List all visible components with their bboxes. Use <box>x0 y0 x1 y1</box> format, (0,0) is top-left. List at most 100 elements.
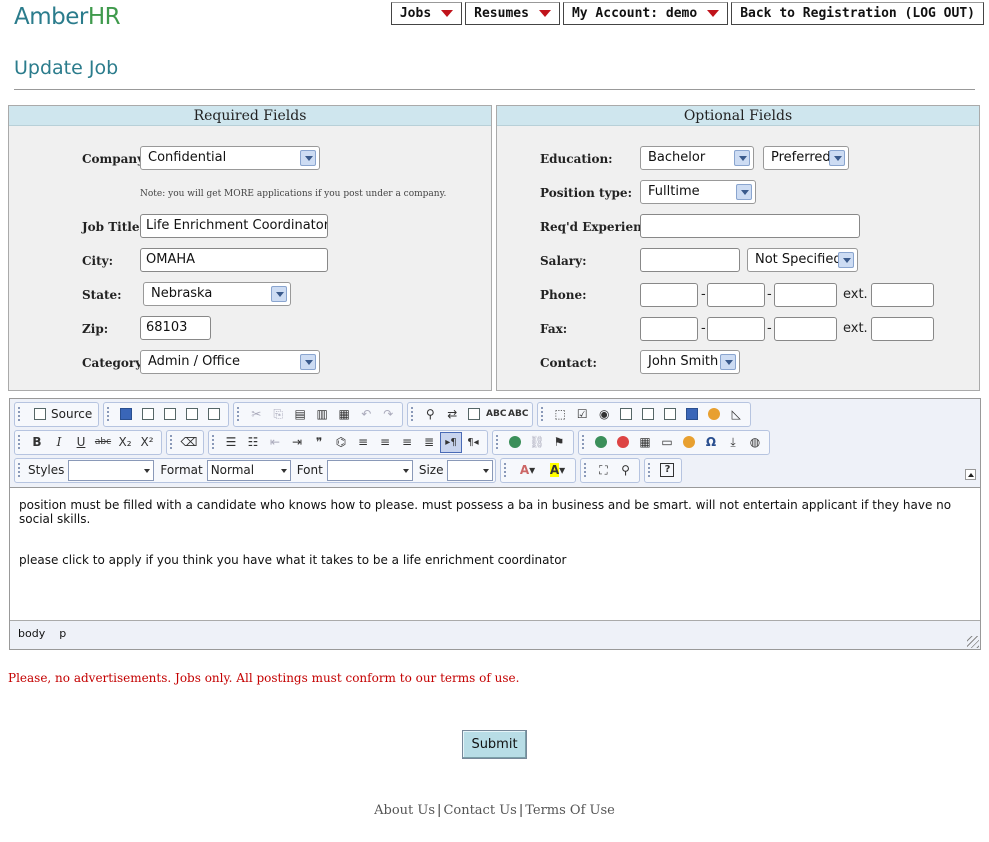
nav-account-menu[interactable]: My Account: demo <box>562 2 729 25</box>
table-icon[interactable]: ▦ <box>634 432 656 453</box>
show-blocks-icon[interactable]: ⚲ <box>614 460 636 481</box>
phone-ext-input[interactable] <box>871 283 934 307</box>
fax-prefix-input[interactable] <box>707 317 765 341</box>
justify-icon[interactable]: ≣ <box>418 432 440 453</box>
text-color-icon[interactable]: A ▾ <box>512 460 542 481</box>
phone-line-input[interactable] <box>774 283 837 307</box>
form-icon[interactable]: ⬚ <box>549 404 571 425</box>
page-break-icon[interactable]: ⤓ <box>722 432 744 453</box>
new-page-icon[interactable] <box>137 404 159 425</box>
cut-icon[interactable]: ✂ <box>245 404 267 425</box>
bold-icon[interactable]: B <box>26 432 48 453</box>
path-item-body[interactable]: body <box>18 627 45 640</box>
rtl-direction-icon[interactable]: ¶◂ <box>462 432 484 453</box>
category-select[interactable]: Admin / Office <box>140 350 320 374</box>
strikethrough-icon[interactable]: abc <box>92 432 114 453</box>
subscript-icon[interactable]: X₂ <box>114 432 136 453</box>
undo-icon[interactable]: ↶ <box>355 404 377 425</box>
redo-icon[interactable]: ↷ <box>377 404 399 425</box>
select-all-icon[interactable] <box>463 404 485 425</box>
anchor-icon[interactable]: ⚑ <box>548 432 570 453</box>
format-combo[interactable]: Normal <box>206 459 291 481</box>
path-item-p[interactable]: p <box>59 627 66 640</box>
hidden-field-icon[interactable]: ◺ <box>725 404 747 425</box>
numbered-list-icon[interactable]: ☰ <box>220 432 242 453</box>
smiley-icon[interactable] <box>678 432 700 453</box>
special-char-icon[interactable]: Ω <box>700 432 722 453</box>
fax-area-input[interactable] <box>640 317 698 341</box>
contact-select[interactable]: John Smith <box>640 350 740 374</box>
phone-area-input[interactable] <box>640 283 698 307</box>
find-icon[interactable]: ⚲ <box>419 404 441 425</box>
maximize-icon[interactable]: ⛶ <box>592 460 614 481</box>
paste-text-icon[interactable]: ▥ <box>311 404 333 425</box>
zip-input[interactable]: 68103 <box>140 316 211 340</box>
font-combo[interactable] <box>326 459 413 481</box>
remove-format-icon[interactable]: ⌫ <box>178 432 200 453</box>
source-button[interactable]: Source <box>26 404 95 425</box>
editor-content-area[interactable]: position must be filled with a candidate… <box>10 487 980 620</box>
salary-spec-select[interactable]: Not Specified <box>747 248 858 272</box>
fax-line-input[interactable] <box>774 317 837 341</box>
collapse-toolbar-icon[interactable] <box>965 469 976 480</box>
ltr-direction-icon[interactable]: ▸¶ <box>440 431 462 453</box>
education-select[interactable]: Bachelor <box>640 146 754 170</box>
job-title-input[interactable]: Life Enrichment Coordinator <box>140 214 328 238</box>
position-type-select[interactable]: Fulltime <box>640 180 756 204</box>
image-icon[interactable] <box>590 432 612 453</box>
phone-prefix-input[interactable] <box>707 283 765 307</box>
city-input[interactable]: OMAHA <box>140 248 328 272</box>
align-right-icon[interactable]: ≡ <box>396 432 418 453</box>
nav-resumes-menu[interactable]: Resumes <box>465 2 560 25</box>
contact-us-link[interactable]: Contact Us <box>443 803 516 818</box>
div-container-icon[interactable]: ⌬ <box>330 432 352 453</box>
iframe-icon[interactable]: ◍ <box>744 432 766 453</box>
company-select[interactable]: Confidential <box>140 146 320 170</box>
experience-input[interactable] <box>640 214 860 238</box>
replace-icon[interactable]: ⇄ <box>441 404 463 425</box>
fax-ext-input[interactable] <box>871 317 934 341</box>
help-icon[interactable]: ? <box>656 460 678 481</box>
link-icon[interactable] <box>504 432 526 453</box>
blockquote-icon[interactable]: ❞ <box>308 432 330 453</box>
print-icon[interactable] <box>181 404 203 425</box>
text-field-icon[interactable] <box>615 404 637 425</box>
terms-of-use-link[interactable]: Terms Of Use <box>525 803 615 818</box>
italic-icon[interactable]: I <box>48 432 70 453</box>
preview-icon[interactable] <box>159 404 181 425</box>
select-field-icon[interactable] <box>659 404 681 425</box>
radio-icon[interactable]: ◉ <box>593 404 615 425</box>
button-field-icon[interactable] <box>681 404 703 425</box>
flash-icon[interactable] <box>612 432 634 453</box>
styles-combo[interactable] <box>68 459 155 481</box>
underline-icon[interactable]: U <box>70 432 92 453</box>
salary-input[interactable] <box>640 248 740 272</box>
spellcheck-as-you-type-icon[interactable]: ABC <box>507 404 529 425</box>
align-center-icon[interactable]: ≡ <box>374 432 396 453</box>
nav-jobs-menu[interactable]: Jobs <box>390 2 463 25</box>
checkbox-icon[interactable]: ☑ <box>571 404 593 425</box>
size-combo[interactable] <box>447 459 494 481</box>
textarea-icon[interactable] <box>637 404 659 425</box>
about-us-link[interactable]: About Us <box>374 803 435 818</box>
education-preference-select[interactable]: Preferred <box>763 146 849 170</box>
paste-icon[interactable]: ▤ <box>289 404 311 425</box>
templates-icon[interactable] <box>203 404 225 425</box>
bulleted-list-icon[interactable]: ☷ <box>242 432 264 453</box>
copy-icon[interactable]: ⎘ <box>267 404 289 425</box>
submit-button[interactable]: Submit <box>462 730 527 759</box>
horizontal-rule-icon[interactable]: ▭ <box>656 432 678 453</box>
align-left-icon[interactable]: ≡ <box>352 432 374 453</box>
resize-grip-icon[interactable] <box>967 636 979 648</box>
nav-logout-button[interactable]: Back to Registration (LOG OUT) <box>731 2 984 25</box>
save-icon[interactable] <box>115 404 137 425</box>
bg-color-icon[interactable]: A ▾ <box>542 460 572 481</box>
paste-word-icon[interactable]: ▦ <box>333 404 355 425</box>
state-select[interactable]: Nebraska <box>143 282 291 306</box>
unlink-icon[interactable]: ⛓ <box>526 432 548 453</box>
spellcheck-icon[interactable]: ABC <box>485 404 507 425</box>
image-button-icon[interactable] <box>703 404 725 425</box>
superscript-icon[interactable]: X² <box>136 432 158 453</box>
indent-icon[interactable]: ⇥ <box>286 432 308 453</box>
outdent-icon[interactable]: ⇤ <box>264 432 286 453</box>
